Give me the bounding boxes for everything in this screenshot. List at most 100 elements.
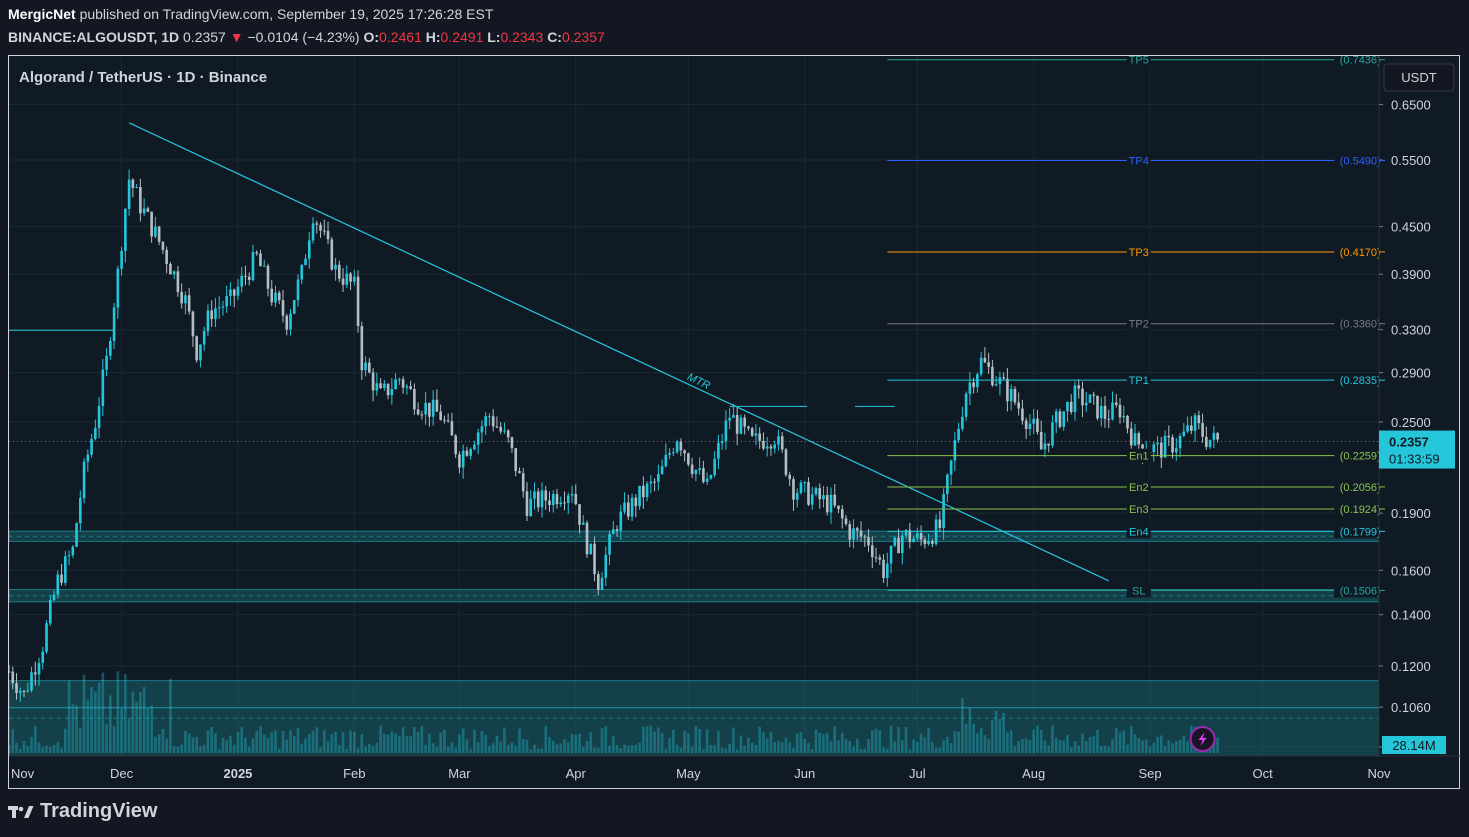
volume-bar [1021,738,1024,753]
volume-bar [285,739,289,753]
volume-bar [859,749,863,753]
candle-body [521,473,525,492]
volume-bar [657,727,660,753]
volume-bar [465,739,469,753]
volume-bar [368,744,371,753]
candle-body [247,276,251,280]
candle-body [750,428,754,436]
candle-body [923,539,927,545]
volume-bar [161,729,165,753]
publish-line: MergicNet published on TradingView.com, … [8,6,493,22]
candle-body [1084,402,1088,406]
candle-body [608,534,611,555]
candle-body [919,533,923,540]
candle-body [578,504,581,525]
volume-bar [810,748,814,753]
volume-bar [1088,736,1092,753]
candle-body [1077,385,1081,389]
volume-bar [1171,743,1174,753]
volume-bar [923,737,927,753]
candle-body [139,186,142,214]
candle-body [446,420,450,422]
volume-bar [581,746,585,753]
volume-bar [750,742,754,753]
volume-bar [488,746,491,753]
volume-bar [870,730,874,753]
choch-label-bg [807,399,855,414]
candle-body [544,490,548,501]
candle-body [206,310,210,332]
candle-body [105,355,108,370]
candle-body [540,490,544,508]
candle-body [627,502,630,517]
volume-bar [341,732,345,753]
volume-bar [638,742,641,753]
candle-body [18,690,22,693]
volume-bar [1216,737,1219,753]
tradingview-logo[interactable]: TradingView [8,800,157,823]
volume-bar [739,735,743,753]
volume-bar [33,726,37,753]
volume-bar [901,740,904,753]
candle-body [146,208,150,212]
volume-bar [529,749,533,753]
volume-bar [142,687,146,753]
candle-body [765,446,769,449]
volume-bar [495,735,499,753]
candle-body [525,491,529,516]
candle-body [112,307,116,341]
volume-bar [379,725,382,753]
volume-bar [26,745,30,753]
chart-frame[interactable]: MTRCHOCHTP5(0.7436)TP4(0.5490)TP3(0.4170… [8,55,1461,790]
candle-body [1009,388,1013,402]
volume-bar [67,680,71,753]
candle-body [473,444,476,450]
candle-body [769,446,773,449]
candle-body [1021,408,1024,421]
candle-body [536,491,540,508]
candle-body [217,307,221,309]
candle-body [510,437,514,449]
candle-body [529,498,533,516]
candle-body [326,230,330,240]
volume-bar [176,746,180,753]
candle-body [882,559,885,579]
candle-body [127,179,131,209]
candle-body [799,482,803,493]
candle-body [244,275,247,277]
volume-bar [255,730,259,753]
publisher-name[interactable]: MergicNet [8,6,76,22]
candle-body [1073,385,1077,413]
volume-bar [585,741,589,753]
volume-bar [1137,738,1141,753]
candle-body [690,464,694,475]
candle-body [803,482,807,484]
candle-body [33,672,37,675]
volume-bar [795,733,799,753]
volume-bar [844,739,848,753]
volume-bar [664,748,668,753]
volume-bar [371,746,375,753]
volume-bar [428,733,431,753]
volume-bar [897,727,900,753]
volume-bar [187,733,191,753]
volume-bar [9,745,11,753]
volume-bar [1096,730,1099,753]
volume-bar [79,727,82,753]
volume-bar [217,749,221,753]
candle-body [454,435,457,455]
candle-body [1129,428,1133,446]
candle-body [1126,415,1129,429]
volume-bar [180,744,183,753]
countdown-label: 01:33:59 [1389,452,1440,467]
volume-bar [818,732,822,753]
price-chart[interactable]: MTRCHOCHTP5(0.7436)TP4(0.5490)TP3(0.4170… [9,56,1461,790]
time-tick-label: Nov [11,766,35,781]
volume-bar [690,746,694,753]
candle-body [443,419,446,421]
price-tick-label: 0.1200 [1391,659,1431,674]
candle-body [1039,431,1043,450]
volume-bar [484,735,487,753]
volume-bar [1178,739,1182,753]
candle-body [822,495,825,500]
